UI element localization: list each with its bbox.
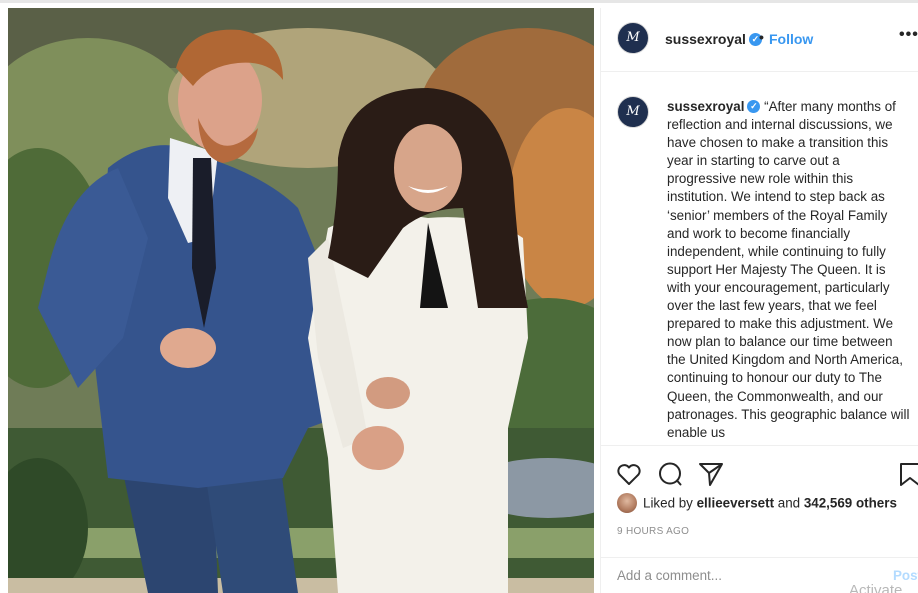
caption-verified-badge-icon: ✓ — [747, 99, 761, 113]
post-actions: Liked by ellieeversett and 342,569 other… — [601, 445, 918, 557]
activate-windows-watermark: Activate — [849, 582, 903, 593]
post-caption: M sussexroyal ✓ “After many months of ref… — [601, 84, 918, 444]
liked-by-user-link[interactable]: ellieeversett — [697, 496, 774, 511]
comment-input[interactable]: Add a comment... — [617, 568, 722, 583]
post-photo[interactable] — [8, 8, 594, 593]
instagram-post-window: M sussexroyal ✓ • Follow ••• M sussexroya… — [0, 0, 918, 593]
caption-avatar[interactable]: M — [617, 96, 649, 128]
caption-username: sussexroyal — [667, 99, 745, 114]
caption-body: “After many months of reflection and int… — [667, 99, 910, 440]
caption-username-link[interactable]: sussexroyal ✓ — [667, 99, 761, 114]
comment-icon[interactable] — [656, 460, 684, 488]
more-options-icon[interactable]: ••• — [899, 26, 918, 44]
follow-button[interactable]: Follow — [769, 31, 813, 47]
account-avatar[interactable]: M — [617, 22, 649, 54]
bookmark-icon[interactable] — [897, 460, 918, 488]
comment-bar: Add a comment... Post Activate — [601, 557, 918, 593]
header-username: sussexroyal — [665, 31, 746, 47]
post-timestamp[interactable]: 9 HOURS AGO — [617, 526, 689, 537]
top-divider — [0, 0, 918, 3]
paper-plane-icon[interactable] — [697, 460, 725, 488]
caption-text-block: sussexroyal ✓ “After many months of refle… — [667, 98, 911, 442]
avatar-monogram: M — [626, 30, 640, 45]
caption-avatar-monogram: M — [626, 104, 640, 119]
liker-avatar[interactable] — [617, 493, 637, 513]
liked-and-text: and — [777, 495, 801, 511]
header-separator: • — [759, 29, 764, 45]
likes-summary: Liked by ellieeversett and 342,569 other… — [617, 493, 897, 514]
post-header: M sussexroyal ✓ • Follow ••• — [601, 8, 918, 72]
liked-by-prefix: Liked by — [643, 495, 693, 511]
header-username-link[interactable]: sussexroyal ✓ — [665, 31, 762, 47]
post-photo-illustration — [8, 8, 594, 593]
likes-count-link[interactable]: 342,569 others — [804, 496, 897, 511]
heart-icon[interactable] — [615, 460, 643, 488]
post-comment-button[interactable]: Post — [893, 568, 918, 583]
post-sidebar: M sussexroyal ✓ • Follow ••• M sussexroya… — [600, 8, 918, 593]
